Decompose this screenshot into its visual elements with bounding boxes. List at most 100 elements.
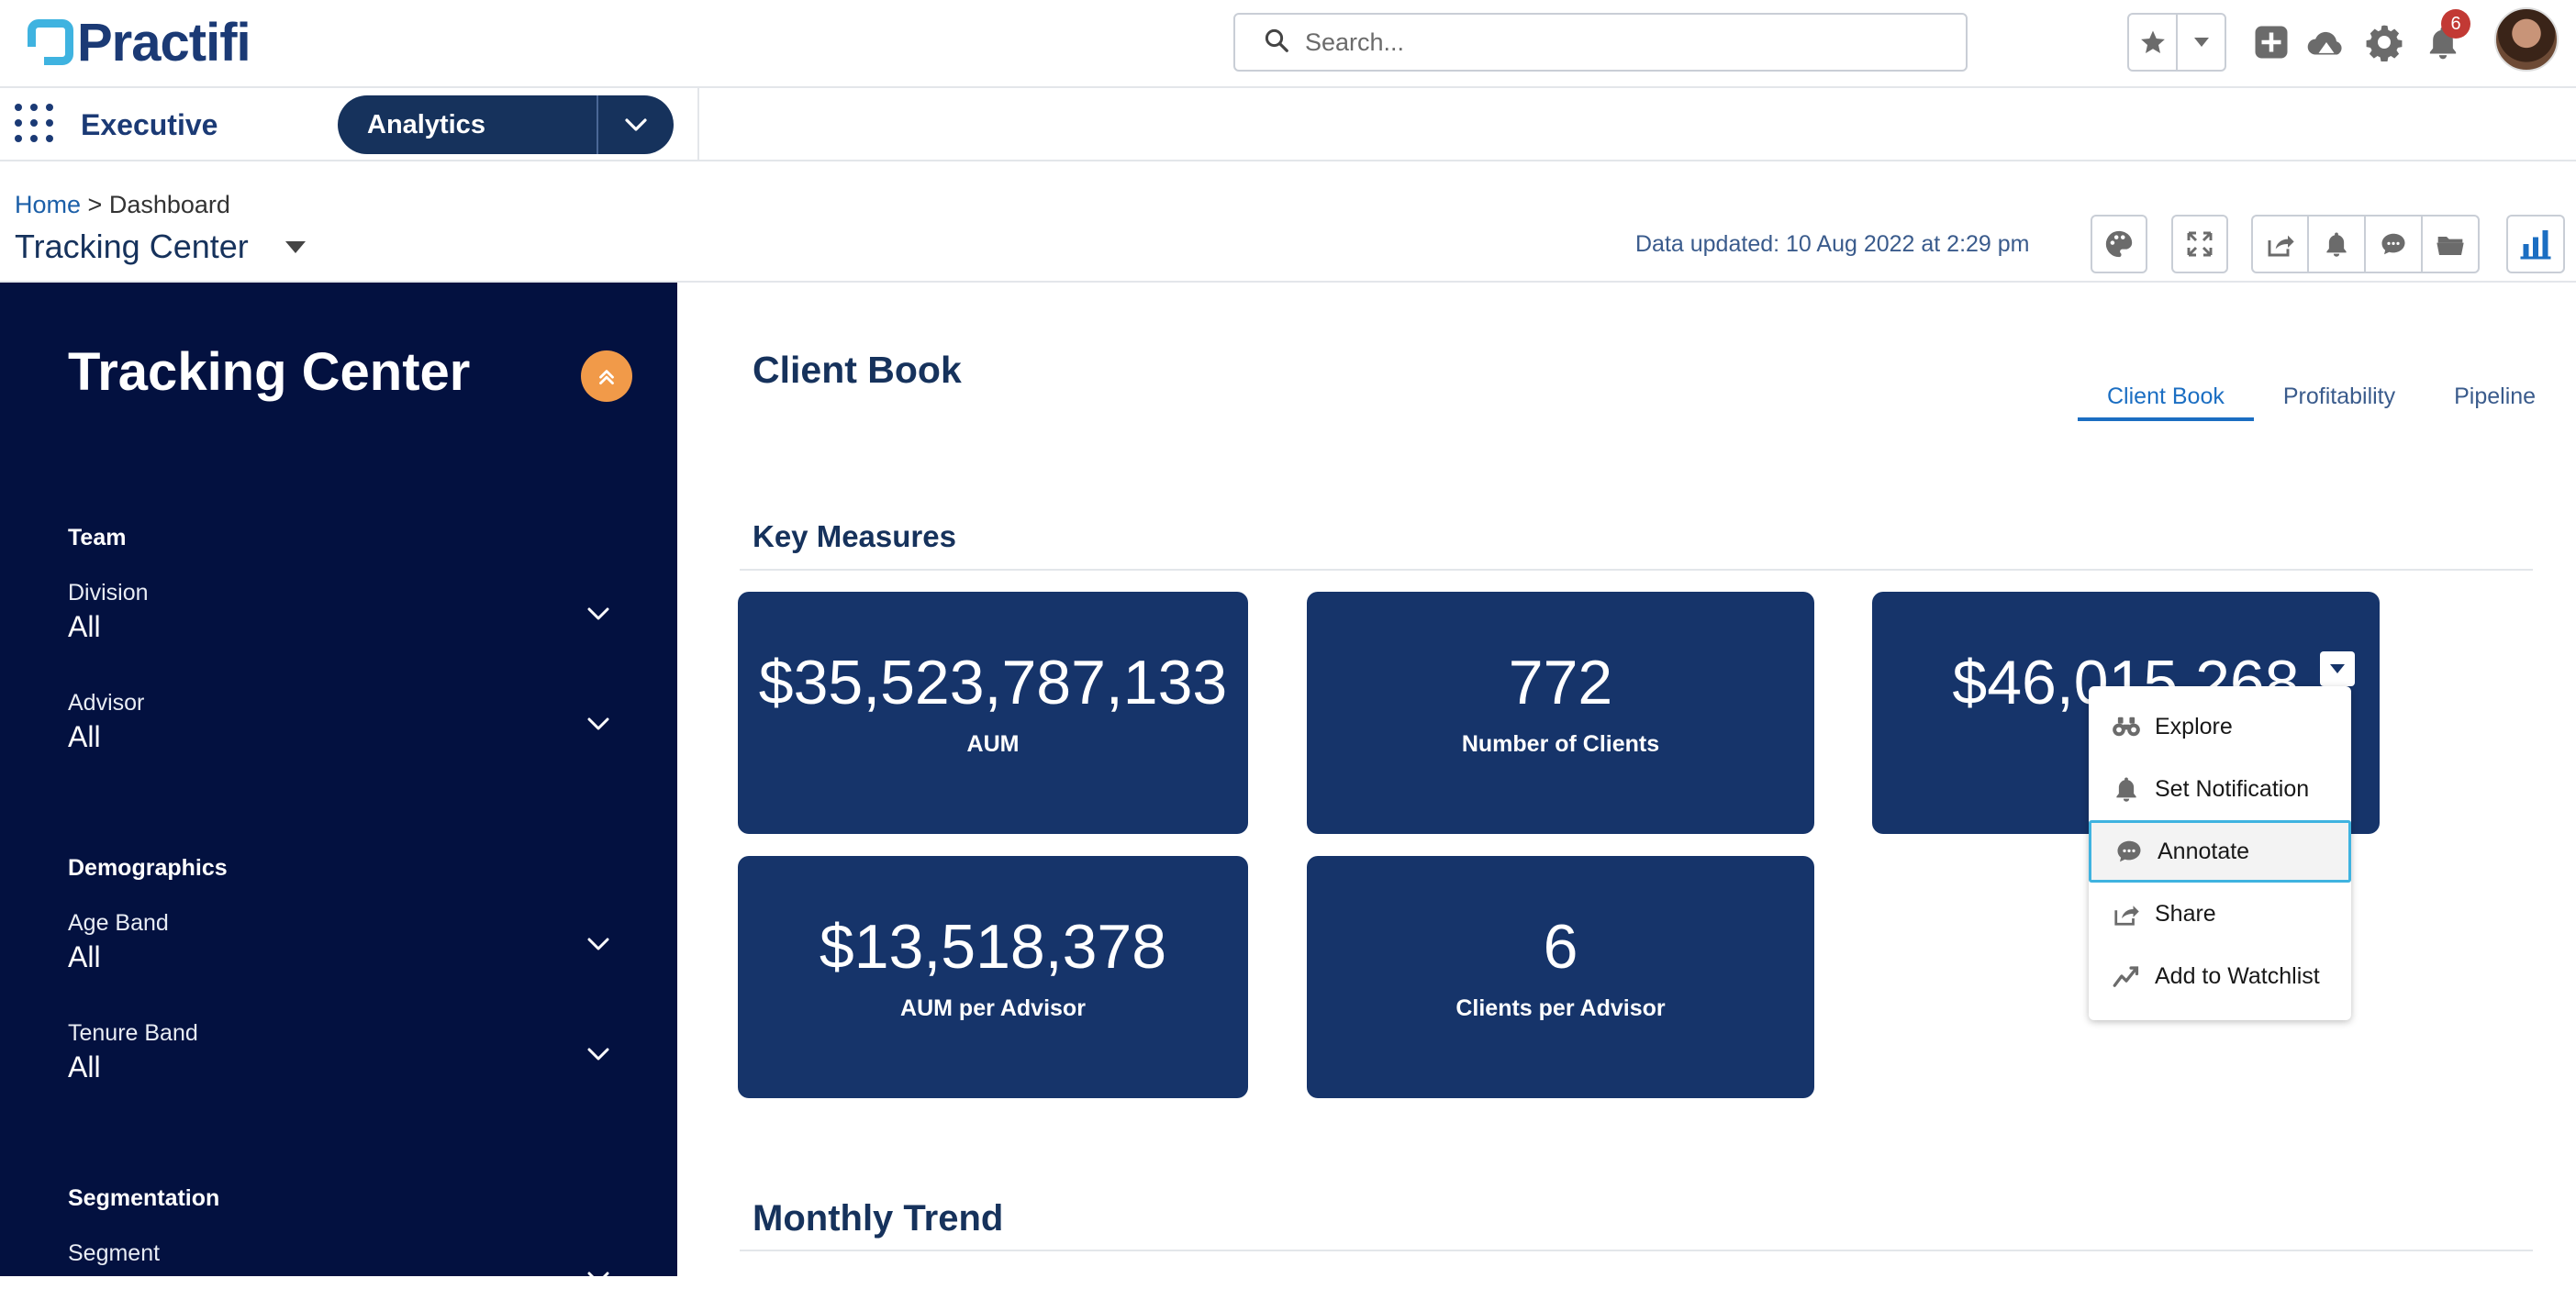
kpi-card-aum[interactable]: $35,523,787,133 AUM [738,592,1248,834]
notification-count-badge: 6 [2441,9,2470,39]
menu-item-annotate[interactable]: Annotate [2089,820,2351,883]
kpi-value: 6 [1543,912,1578,982]
practifi-logo[interactable]: Practifi [28,13,251,72]
caret-down-icon [2193,38,2209,47]
chevron-down-icon [625,118,647,131]
annotations-button[interactable] [2364,215,2423,273]
breadcrumb-separator: > [87,191,103,218]
kpi-card-menu-button[interactable] [2320,651,2355,686]
kpi-label: Number of Clients [1461,731,1660,757]
theme-button[interactable] [2091,215,2147,273]
bell-icon [2111,773,2142,805]
caret-down-icon[interactable] [284,240,306,253]
filter-sidebar: Tracking Center Team Division All Adviso… [0,283,677,1284]
breadcrumb-current: Dashboard [108,191,230,218]
caret-down-icon [2330,664,2345,673]
kpi-label: Clients per Advisor [1455,995,1666,1021]
share-icon [2111,898,2142,929]
page-title-selector[interactable]: Tracking Center [15,228,306,266]
sidebar-title: Tracking Center [68,342,471,402]
favorites-dropdown-button[interactable] [2178,15,2225,70]
filter-division[interactable]: Division All [68,580,609,644]
data-updated-timestamp: Data updated: 10 Aug 2022 at 2:29 pm [1635,231,2030,257]
nav-item-analytics-label[interactable]: Analytics [338,95,598,154]
kpi-card-number-of-clients[interactable]: 772 Number of Clients [1307,592,1814,834]
menu-item-set-notification[interactable]: Set Notification [2089,758,2351,820]
kpi-value: $35,523,787,133 [758,648,1228,717]
gear-icon [2366,25,2403,61]
chat-icon [2113,836,2145,867]
binoculars-icon [2111,711,2142,742]
dashboard-title: Client Book [753,349,962,391]
search-input[interactable] [1305,28,1947,57]
filter-division-value: All [68,610,101,643]
tab-pipeline[interactable]: Pipeline [2425,383,2565,421]
menu-item-label: Annotate [2158,838,2250,864]
share-toolbar-button[interactable] [2251,215,2309,273]
menu-item-share[interactable]: Share [2089,883,2351,945]
filter-advisor-value: All [68,720,101,753]
filter-age-band-label: Age Band [68,910,169,936]
chevron-down-icon[interactable] [587,1048,609,1065]
filter-age-band[interactable]: Age Band All [68,910,609,974]
nav-item-analytics[interactable]: Analytics [338,95,674,154]
kpi-value: $13,518,378 [819,912,1167,982]
monthly-trend-heading: Monthly Trend [753,1198,1004,1239]
tab-profitability[interactable]: Profitability [2254,383,2425,421]
filter-segment[interactable]: Segment [68,1240,609,1284]
chevron-down-icon[interactable] [587,938,609,955]
analytics-view-button[interactable] [2506,215,2565,273]
palette-icon [2105,230,2133,258]
setup-button[interactable] [2362,20,2406,64]
folder-icon [2437,237,2464,255]
menu-item-label: Add to Watchlist [2155,962,2320,989]
collections-button[interactable] [2421,215,2480,273]
chevron-down-icon[interactable] [587,717,609,735]
double-chevron-up-icon [599,370,614,384]
menu-item-label: Share [2155,900,2216,927]
kpi-label: AUM per Advisor [900,995,1086,1021]
nav-item-analytics-dropdown[interactable] [598,95,674,154]
kpi-label: AUM [966,731,1020,757]
section-team: Team [68,525,127,550]
tab-client-book[interactable]: Client Book [2078,383,2254,421]
trend-icon [2111,961,2142,992]
menu-item-explore[interactable]: Explore [2089,695,2351,758]
menu-item-label: Set Notification [2155,775,2310,802]
app-launcher-icon[interactable] [15,104,53,142]
global-search[interactable] [1233,13,1968,72]
filter-division-label: Division [68,580,149,606]
subscribe-button[interactable] [2307,215,2366,273]
collapse-sidebar-button[interactable] [581,350,632,402]
filter-tenure-band-value: All [68,1050,101,1083]
menu-item-add-to-watchlist[interactable]: Add to Watchlist [2089,945,2351,1007]
kpi-context-menu: Explore Set Notification Annotate Share … [2089,686,2351,1020]
filter-tenure-band[interactable]: Tenure Band All [68,1020,609,1084]
app-name: Executive [81,108,218,141]
share-icon [2268,235,2294,257]
global-actions-button[interactable] [2249,20,2293,64]
bell-icon [2326,232,2347,257]
filter-advisor[interactable]: Advisor All [68,690,609,754]
breadcrumb: Home > Dashboard [15,191,230,219]
breadcrumb-home-link[interactable]: Home [15,191,81,218]
user-avatar[interactable] [2494,7,2559,72]
trailhead-button[interactable] [2304,20,2348,64]
chevron-down-icon[interactable] [587,1272,609,1289]
global-header: Practifi 6 [0,0,2576,88]
logo-mark-icon [28,19,73,65]
expand-icon [2187,231,2213,257]
star-icon [2140,30,2165,53]
key-measures-heading: Key Measures [753,519,956,553]
logo-text: Practifi [77,12,251,72]
kpi-card-clients-per-advisor[interactable]: 6 Clients per Advisor [1307,856,1814,1098]
chat-icon [2381,233,2405,255]
favorite-star-button[interactable] [2129,15,2178,70]
kpi-value: 772 [1508,648,1613,717]
kpi-card-aum-per-advisor[interactable]: $13,518,378 AUM per Advisor [738,856,1248,1098]
chevron-down-icon[interactable] [587,607,609,625]
nav-divider [697,88,699,160]
fullscreen-button[interactable] [2171,215,2228,273]
app-navigation-bar: Executive Analytics [0,88,2576,161]
bar-chart-icon [2520,230,2551,260]
